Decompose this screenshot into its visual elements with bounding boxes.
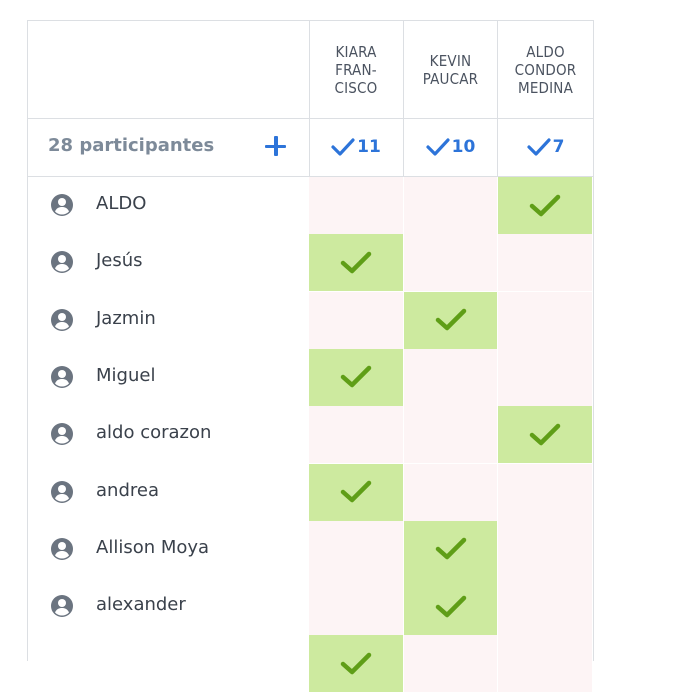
participant-name: aldo corazon: [96, 422, 212, 444]
participant-name-cell: Allison Moya: [28, 520, 310, 578]
participant-name: Allison Moya: [96, 536, 210, 558]
column-label-option-3: ALDO CONDOR MEDINA: [514, 42, 577, 97]
vote-cell-option-1[interactable]: [309, 578, 404, 636]
vote-cell-option-1[interactable]: [309, 348, 404, 406]
participant-name-cell: Miguel: [28, 348, 310, 406]
vote-cell-option-2[interactable]: [404, 291, 498, 349]
participant-name: andrea: [96, 479, 159, 501]
table-row: andrea: [28, 463, 593, 521]
check-icon: [340, 251, 372, 274]
table-row: ALDO: [28, 177, 593, 234]
participant-name-cell: ALDO: [28, 177, 310, 234]
participant-name-cell: Jazmin: [28, 291, 310, 349]
column-header-option-1: KIARA FRAN- CISCO: [309, 21, 404, 118]
check-icon: [435, 538, 466, 560]
vote-count-option-3: 7: [498, 118, 593, 176]
vote-cell-option-2[interactable]: [404, 463, 498, 521]
table-row: Jazmin: [28, 291, 593, 349]
participant-name: ALDO: [96, 193, 147, 214]
participant-name-cell: aldo corazon: [28, 406, 310, 464]
participant-name-cell: Jesús: [28, 234, 310, 292]
vote-cell-option-1[interactable]: [309, 520, 404, 578]
column-header-option-2: KEVIN PAUCAR: [404, 21, 498, 118]
summary-row: 28 participantes 11 10 7: [28, 118, 593, 177]
vote-cell-option-2[interactable]: [404, 234, 498, 292]
user-circle-icon: [51, 537, 73, 560]
vote-cell-option-2[interactable]: [404, 520, 498, 578]
column-label-option-2: KEVIN PAUCAR: [422, 51, 479, 88]
table-row: aldo corazon: [28, 406, 593, 464]
check-icon: [529, 423, 561, 445]
header-corner: [28, 21, 310, 118]
table-row: alexander: [28, 578, 593, 636]
vote-cell-option-3[interactable]: [498, 234, 593, 292]
user-circle-icon: [51, 194, 73, 216]
user-circle-icon: [51, 595, 73, 618]
check-icon: [331, 138, 355, 156]
vote-count-option-2: 10: [404, 118, 498, 176]
check-icon: [340, 366, 372, 388]
participant-name-cell: alexander: [28, 578, 310, 636]
user-circle-icon: [51, 251, 73, 274]
vote-count-value: 10: [451, 137, 476, 157]
table-row: [28, 635, 593, 692]
check-icon: [435, 595, 466, 617]
table-row: Jesús: [28, 234, 593, 292]
vote-cell-option-3[interactable]: [498, 177, 593, 234]
user-circle-icon: [51, 423, 73, 446]
vote-cell-option-2[interactable]: [404, 177, 498, 234]
participant-name-cell: [28, 635, 310, 692]
participant-name: Miguel: [96, 364, 156, 386]
vote-cell-option-2[interactable]: [404, 406, 498, 464]
vote-count-value: 11: [357, 137, 381, 157]
user-circle-icon: [51, 365, 73, 388]
vote-cell-option-1[interactable]: [309, 463, 404, 521]
vote-count-value: 7: [552, 137, 565, 157]
vote-cell-option-1[interactable]: [309, 406, 404, 464]
vote-cell-option-3[interactable]: [498, 578, 593, 636]
participant-name: alexander: [96, 594, 186, 616]
check-icon: [526, 138, 551, 156]
table-row: Miguel: [28, 348, 593, 406]
vote-cell-option-2[interactable]: [404, 578, 498, 636]
check-icon: [426, 138, 450, 156]
vote-cell-option-1[interactable]: [309, 177, 404, 234]
vote-cell-option-2[interactable]: [404, 635, 498, 692]
poll-grid: KIARA FRAN- CISCO KEVIN PAUCAR ALDO COND…: [27, 20, 594, 692]
add-participant-button[interactable]: [264, 134, 288, 158]
summary-label-cell: 28 participantes: [28, 118, 310, 176]
check-icon: [340, 480, 372, 503]
vote-cell-option-1[interactable]: [309, 234, 404, 292]
table-row: Allison Moya: [28, 520, 593, 578]
column-label-option-1: KIARA FRAN- CISCO: [334, 42, 378, 97]
vote-cell-option-3[interactable]: [498, 348, 593, 406]
user-circle-icon: [51, 308, 73, 331]
vote-cell-option-1[interactable]: [309, 635, 404, 692]
check-icon: [435, 308, 466, 331]
column-header-option-3: ALDO CONDOR MEDINA: [498, 21, 593, 118]
user-circle-icon: [51, 480, 73, 503]
check-icon: [340, 652, 372, 675]
vote-cell-option-3[interactable]: [498, 406, 593, 464]
vote-cell-option-3[interactable]: [498, 463, 593, 521]
vote-cell-option-2[interactable]: [404, 348, 498, 406]
participant-name: Jazmin: [96, 307, 156, 329]
participants-count: 28 participantes: [48, 135, 215, 156]
header-row: KIARA FRAN- CISCO KEVIN PAUCAR ALDO COND…: [28, 21, 593, 119]
participant-name: Jesús: [96, 250, 143, 272]
vote-count-option-1: 11: [309, 118, 404, 176]
vote-cell-option-1[interactable]: [309, 291, 404, 349]
check-icon: [529, 194, 561, 216]
participant-name-cell: andrea: [28, 463, 310, 521]
vote-cell-option-3[interactable]: [498, 635, 593, 692]
vote-cell-option-3[interactable]: [498, 520, 593, 578]
vote-cell-option-3[interactable]: [498, 291, 593, 349]
